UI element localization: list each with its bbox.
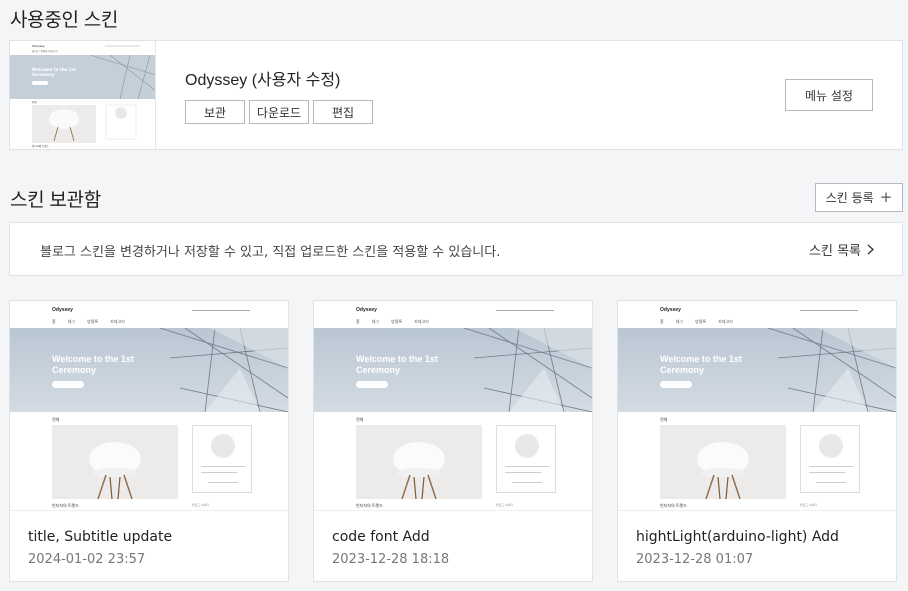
preview-hero-title: Welcome to the 1st Ceremony (660, 354, 742, 375)
preview-search-line (800, 310, 858, 311)
skin-list-link[interactable]: 스킨 목록 (809, 240, 874, 259)
preview-hero: Welcome to the 1st Ceremony (618, 328, 896, 412)
register-skin-label: 스킨 등록 (825, 191, 874, 205)
svg-text:Odyssey: Odyssey (32, 44, 45, 48)
preview-nav: 홈 태그 방명록 카테고리 (52, 319, 125, 324)
skin-card[interactable]: Odyssey 홈 태그 방명록 카테고리 Welcome to the 1st Ce (313, 300, 593, 582)
preview-search-line (496, 310, 554, 311)
skin-card[interactable]: Odyssey 홈 태그 방명록 카테고리 Welcome to the 1st Ce (9, 300, 289, 582)
preview-chair-image (52, 425, 178, 499)
preview-side-text: 블로그 이야기 (800, 503, 818, 507)
preview-logo: Odyssey (52, 307, 73, 313)
preview-sidebar (192, 425, 252, 493)
preview-search-line (192, 310, 250, 311)
preview-sidebar (496, 425, 556, 493)
preview-side-text: 블로그 이야기 (192, 503, 210, 507)
skin-card-thumbnail: Odyssey 홈 태그 방명록 카테고리 Welcome to the 1st Ce (618, 301, 896, 511)
register-skin-button[interactable]: 스킨 등록 + (815, 183, 903, 212)
menu-settings-button[interactable]: 메뉴 설정 (785, 79, 873, 111)
current-skin-heading: 사용중인 스킨 (10, 10, 119, 31)
preview-section-label: 전체 (356, 417, 364, 422)
skin-card-title: hightLight(arduino-light) Add (636, 529, 839, 545)
preview-post-title: 빈티지의 트렌드 (356, 503, 383, 508)
skin-card-title: title, Subtitle update (28, 529, 173, 545)
chevron-right-icon (867, 244, 874, 255)
preview-hero-title: Welcome to the 1st Ceremony (52, 354, 134, 375)
preview-hero-button (52, 381, 84, 388)
skin-card-thumbnail: Odyssey 홈 태그 방명록 카테고리 Welcome to the 1st Ce (314, 301, 592, 511)
skin-archive-heading: 스킨 보관함 (10, 190, 101, 211)
preview-hero-button (660, 381, 692, 388)
preview-section-label: 전체 (52, 417, 60, 422)
preview-nav: 홈 태그 방명록 카테고리 (356, 319, 429, 324)
preview-hero-title: Welcome to the 1st Ceremony (356, 354, 438, 375)
preview-chair-image (356, 425, 482, 499)
preview-logo: Odyssey (356, 307, 377, 313)
info-text: 블로그 스킨을 변경하거나 저장할 수 있고, 직접 업로드한 스킨을 적용할 … (40, 245, 501, 260)
plus-icon: + (879, 188, 893, 206)
current-skin-panel: Odyssey 홈 태그 방명록 카테고리 Welcome to the 1st… (9, 40, 903, 150)
svg-text:Ceremony: Ceremony (32, 72, 55, 77)
skin-card-title: code font Add (332, 529, 430, 545)
preview-post-title: 빈티지의 트렌드 (52, 503, 79, 508)
current-skin-name: Odyssey (사용자 수정) (185, 72, 341, 89)
skin-card-date: 2024-01-02 23:57 (28, 552, 146, 567)
archive-button[interactable]: 보관 (185, 100, 245, 124)
skin-card-date: 2023-12-28 18:18 (332, 552, 450, 567)
skin-card-date: 2023-12-28 01:07 (636, 552, 754, 567)
svg-text:빈티지의 트렌드: 빈티지의 트렌드 (32, 144, 50, 148)
preview-nav: 홈 태그 방명록 카테고리 (660, 319, 733, 324)
preview-chair-image (660, 425, 786, 499)
svg-text:홈 태그 방명록 카테고리: 홈 태그 방명록 카테고리 (32, 49, 57, 53)
preview-hero: Welcome to the 1st Ceremony (314, 328, 592, 412)
skin-card-thumbnail: Odyssey 홈 태그 방명록 카테고리 Welcome to the 1st Ce (10, 301, 288, 511)
info-bar: 블로그 스킨을 변경하거나 저장할 수 있고, 직접 업로드한 스킨을 적용할 … (9, 222, 903, 276)
preview-sidebar (800, 425, 860, 493)
skin-list-label: 스킨 목록 (809, 244, 861, 259)
preview-hero: Welcome to the 1st Ceremony (10, 328, 288, 412)
current-skin-preview-image: Odyssey 홈 태그 방명록 카테고리 Welcome to the 1st… (10, 41, 155, 149)
current-skin-thumbnail[interactable]: Odyssey 홈 태그 방명록 카테고리 Welcome to the 1st… (10, 41, 156, 149)
preview-hero-button (356, 381, 388, 388)
preview-post-title: 빈티지의 트렌드 (660, 503, 687, 508)
skin-card[interactable]: Odyssey 홈 태그 방명록 카테고리 Welcome to the 1st Ce (617, 300, 897, 582)
preview-logo: Odyssey (660, 307, 681, 313)
svg-text:전체: 전체 (32, 100, 37, 104)
edit-button[interactable]: 편집 (313, 100, 373, 124)
preview-section-label: 전체 (660, 417, 668, 422)
download-button[interactable]: 다운로드 (249, 100, 309, 124)
preview-side-text: 블로그 이야기 (496, 503, 514, 507)
